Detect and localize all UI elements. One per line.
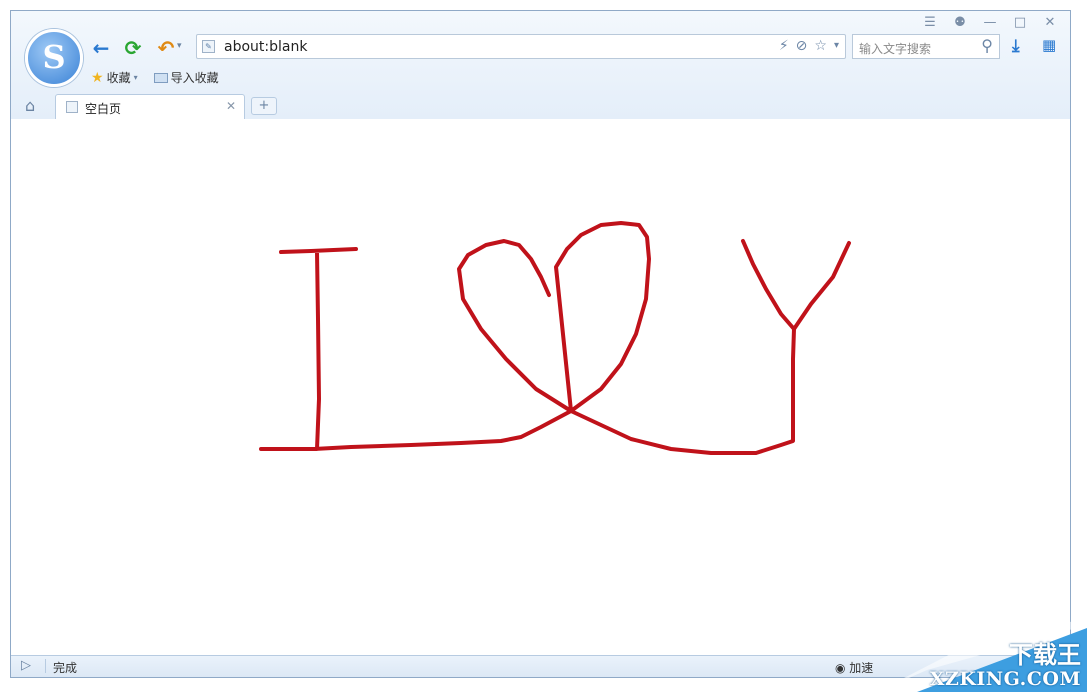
security-shield-icon[interactable]: ⊘ bbox=[796, 38, 808, 54]
stroke-letter-y bbox=[741, 239, 851, 331]
bookmark-label: 收藏 bbox=[106, 71, 131, 85]
minimize-icon[interactable]: — bbox=[978, 13, 1002, 31]
home-icon[interactable]: ⌂ bbox=[25, 96, 35, 115]
close-icon[interactable]: ✕ bbox=[1038, 13, 1062, 31]
status-separator bbox=[45, 659, 46, 673]
address-tools: ⚡ ⊘ ☆ ▾ bbox=[779, 38, 839, 54]
menu-icon[interactable]: ☰ bbox=[918, 13, 942, 31]
tab-blank-page[interactable]: 空白页 ✕ bbox=[55, 94, 245, 119]
bookmark-label: 导入收藏 bbox=[170, 71, 219, 85]
undo-dropdown-icon[interactable]: ▾ bbox=[177, 41, 182, 51]
star-icon: ★ bbox=[91, 69, 104, 86]
address-bar[interactable]: ✎ about:blank ⚡ ⊘ ☆ ▾ bbox=[196, 34, 846, 59]
favorites-dropdown-icon[interactable]: ▾ bbox=[134, 73, 138, 82]
status-text: 完成 bbox=[53, 661, 78, 675]
stroke-letter-i bbox=[259, 247, 573, 451]
maximize-icon[interactable]: □ bbox=[1008, 13, 1032, 31]
watermark-logo: 下载王 XZKING.COM bbox=[867, 620, 1087, 692]
search-icon[interactable]: ⚲ bbox=[981, 36, 993, 55]
sogou-logo[interactable]: S bbox=[25, 29, 83, 87]
tab-label: 空白页 bbox=[85, 102, 122, 116]
page-icon: ✎ bbox=[202, 40, 215, 53]
browser-window: S ☰ ⚉ — □ ✕ ← ⟳ ↶ ▾ ✎ about:blank ⚡ ⊘ ☆ … bbox=[10, 10, 1071, 678]
speed-mode-icon[interactable]: ⚡ bbox=[779, 38, 789, 54]
stroke-heart bbox=[457, 221, 796, 455]
address-url[interactable]: about:blank bbox=[224, 39, 307, 55]
sidebar-toggle-icon[interactable]: ▷ bbox=[21, 658, 31, 673]
refresh-icon[interactable]: ⟳ bbox=[121, 36, 145, 60]
bookmark-import[interactable]: 导入收藏 bbox=[153, 69, 219, 86]
watermark-en: XZKING.COM bbox=[929, 668, 1081, 690]
back-arrow-icon[interactable]: ← bbox=[89, 36, 113, 60]
browser-toolbar: S ☰ ⚉ — □ ✕ ← ⟳ ↶ ▾ ✎ about:blank ⚡ ⊘ ☆ … bbox=[11, 11, 1070, 120]
tab-strip: ⌂ 空白页 ✕ + bbox=[11, 93, 1070, 119]
folder-icon bbox=[153, 72, 168, 83]
logo-letter: S bbox=[42, 38, 66, 76]
bookmark-bar: ★ 收藏 ▾ 导入收藏 bbox=[91, 69, 219, 86]
download-icon[interactable]: ⤓ bbox=[1012, 36, 1020, 56]
page-content[interactable] bbox=[11, 119, 1070, 657]
tab-page-icon bbox=[66, 101, 78, 113]
search-placeholder[interactable]: 输入文字搜索 bbox=[859, 40, 931, 57]
watermark-cn: 下载王 bbox=[1009, 640, 1081, 669]
address-dropdown-icon[interactable]: ▾ bbox=[834, 38, 839, 54]
window-controls: ☰ ⚉ — □ ✕ bbox=[918, 13, 1062, 31]
bookmark-favorites[interactable]: ★ 收藏 ▾ bbox=[91, 69, 138, 86]
new-tab-button[interactable]: + bbox=[251, 97, 277, 115]
skin-icon[interactable]: ⚉ bbox=[948, 13, 972, 31]
favorite-star-icon[interactable]: ☆ bbox=[814, 38, 827, 54]
apps-grid-icon[interactable]: ▦ bbox=[1042, 36, 1056, 54]
handwriting-canvas bbox=[259, 221, 851, 455]
search-box[interactable]: 输入文字搜索 ⚲ bbox=[852, 34, 1000, 59]
tab-close-icon[interactable]: ✕ bbox=[226, 99, 236, 113]
undo-icon[interactable]: ↶ bbox=[154, 36, 178, 60]
